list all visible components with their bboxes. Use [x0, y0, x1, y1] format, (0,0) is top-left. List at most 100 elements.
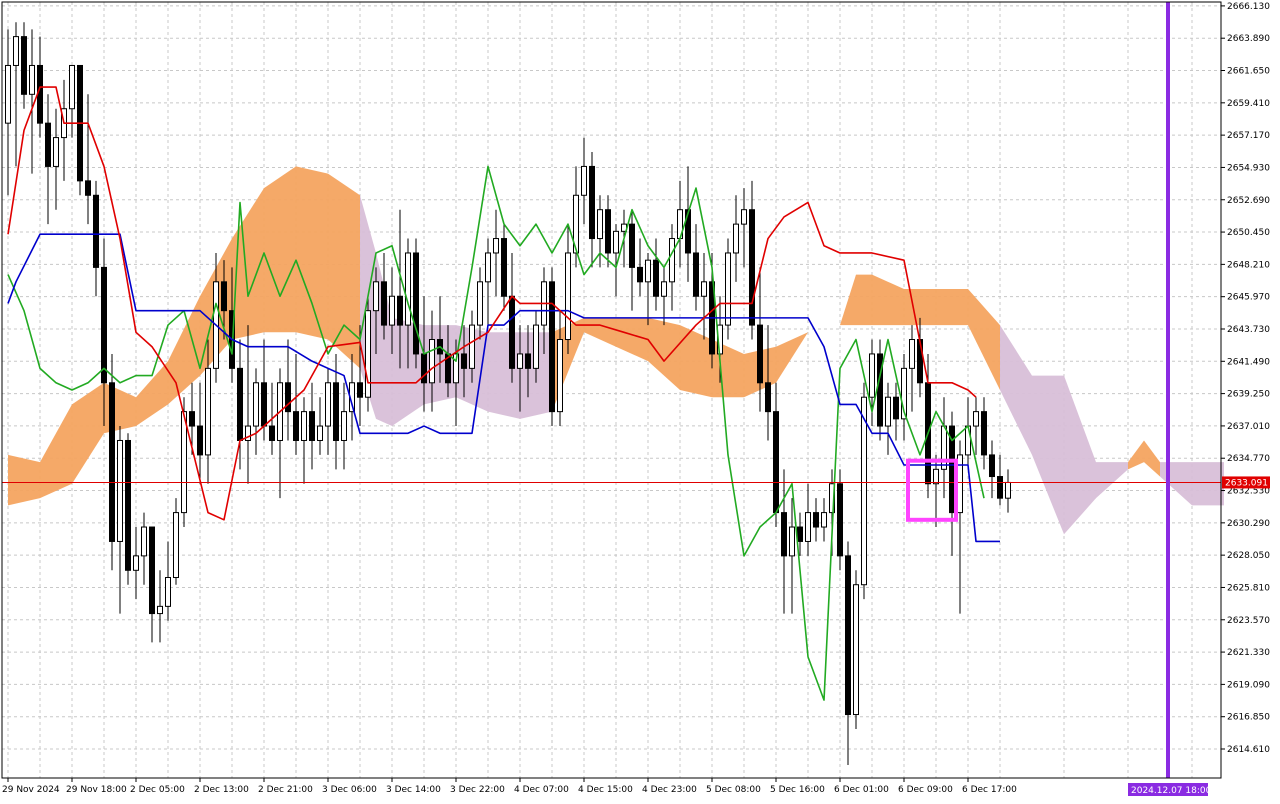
- x-tick-label: 4 Dec 23:00: [642, 785, 697, 795]
- candle-body: [757, 324, 763, 384]
- candle-body: [149, 526, 155, 615]
- candle-body: [5, 64, 11, 124]
- candle-body: [261, 382, 267, 427]
- cloud-segment: [264, 166, 296, 333]
- candle-body: [45, 122, 51, 167]
- cloud-segment: [856, 274, 872, 326]
- candle-body: [101, 266, 107, 384]
- candle-body: [325, 382, 331, 427]
- candle-body: [701, 281, 707, 297]
- candle-body: [333, 382, 339, 441]
- candle-body: [797, 526, 803, 542]
- x-tick-label: 3 Dec 06:00: [322, 785, 377, 795]
- y-tick-label: 2628.050: [1227, 551, 1270, 561]
- candle-body: [565, 252, 571, 341]
- y-tick-label: 2639.250: [1227, 390, 1270, 400]
- y-tick-label: 2661.650: [1227, 67, 1270, 77]
- candle-body: [653, 259, 659, 297]
- candle-body: [285, 382, 291, 413]
- candle-body: [933, 468, 939, 485]
- y-tick-label: 2652.690: [1227, 196, 1270, 206]
- candle-body: [381, 281, 387, 326]
- cloud-segment: [1192, 462, 1224, 506]
- x-tick-label: 3 Dec 22:00: [450, 785, 505, 795]
- candle-body: [253, 382, 259, 427]
- candle-body: [549, 281, 555, 413]
- candle-body: [85, 180, 91, 196]
- candle-body: [461, 353, 467, 369]
- cloud-segment: [8, 454, 40, 506]
- x-tick-label: 4 Dec 15:00: [578, 785, 633, 795]
- candle-body: [405, 252, 411, 326]
- candle-body: [509, 295, 515, 369]
- candle-body: [597, 209, 603, 240]
- x-tick-label: 29 Nov 18:00: [66, 785, 127, 795]
- cloud-segment: [296, 166, 328, 340]
- candle-body: [957, 454, 963, 514]
- candle-body: [885, 396, 891, 427]
- candle-body: [357, 382, 363, 398]
- candle-body: [645, 259, 651, 283]
- candle-body: [341, 411, 347, 441]
- candle-body: [973, 411, 979, 427]
- x-tick-label: 29 Nov 2024: [2, 785, 60, 795]
- candle-body: [117, 439, 123, 542]
- y-tick-label: 2645.970: [1227, 293, 1270, 303]
- candle-body: [309, 411, 315, 441]
- candle-body: [781, 512, 787, 557]
- candle-body: [317, 425, 323, 441]
- price-chart[interactable]: 2666.130 2663.890 2661.650 2659.410 2657.170…: [0, 0, 1280, 800]
- x-tick-label: 2 Dec 05:00: [130, 785, 185, 795]
- y-tick-label: 2625.810: [1227, 583, 1270, 593]
- candle-body: [909, 339, 915, 369]
- candle-body: [637, 266, 643, 283]
- candle-body: [813, 512, 819, 528]
- y-tick-label: 2641.490: [1227, 357, 1270, 367]
- y-tick-label: 2634.770: [1227, 454, 1270, 464]
- x-tick-label: 6 Dec 01:00: [834, 785, 889, 795]
- candle-body: [389, 295, 395, 326]
- candle-body: [533, 324, 539, 369]
- candle-body: [805, 512, 811, 542]
- candle-body: [941, 425, 947, 470]
- candle-body: [845, 555, 851, 716]
- candle-body: [861, 396, 867, 586]
- candle-body: [789, 526, 795, 557]
- y-tick-label: 2637.010: [1227, 422, 1270, 432]
- y-tick-label: 2666.130: [1227, 2, 1270, 12]
- x-tick-label: 6 Dec 09:00: [898, 785, 953, 795]
- candle-body: [733, 223, 739, 254]
- x-tick-label: 4 Dec 07:00: [514, 785, 569, 795]
- candle-body: [293, 411, 299, 441]
- chart-container[interactable]: 2666.130 2663.890 2661.650 2659.410 2657.170…: [0, 0, 1280, 800]
- candle-body: [893, 396, 899, 420]
- x-tick-label: 2 Dec 13:00: [194, 785, 249, 795]
- candle-body: [765, 382, 771, 413]
- candle-body: [237, 367, 243, 441]
- candle-body: [517, 353, 523, 369]
- candle-body: [629, 223, 635, 268]
- y-tick-label: 2663.890: [1227, 34, 1270, 44]
- candle-body: [981, 411, 987, 456]
- y-tick-label: 2614.610: [1227, 745, 1270, 755]
- candle-body: [205, 367, 211, 456]
- candle-body: [421, 353, 427, 384]
- candle-body: [501, 238, 507, 297]
- candle-body: [173, 512, 179, 579]
- candle-body: [141, 526, 147, 557]
- candle-body: [589, 165, 595, 240]
- x-tick-label: 2 Dec 21:00: [258, 785, 313, 795]
- y-tick-label: 2616.850: [1227, 713, 1270, 723]
- x-tick-label: 5 Dec 08:00: [706, 785, 761, 795]
- candle-body: [477, 281, 483, 326]
- y-tick-label: 2623.570: [1227, 616, 1270, 626]
- candle-body: [37, 64, 43, 124]
- candle-body: [837, 483, 843, 557]
- x-tick-label: 5 Dec 16:00: [770, 785, 825, 795]
- y-tick-label: 2630.290: [1227, 519, 1270, 529]
- y-tick-label: 2643.730: [1227, 325, 1270, 335]
- candle-body: [869, 353, 875, 398]
- y-tick-label: 2657.170: [1227, 131, 1270, 141]
- candle-body: [557, 339, 563, 413]
- candle-body: [661, 281, 667, 297]
